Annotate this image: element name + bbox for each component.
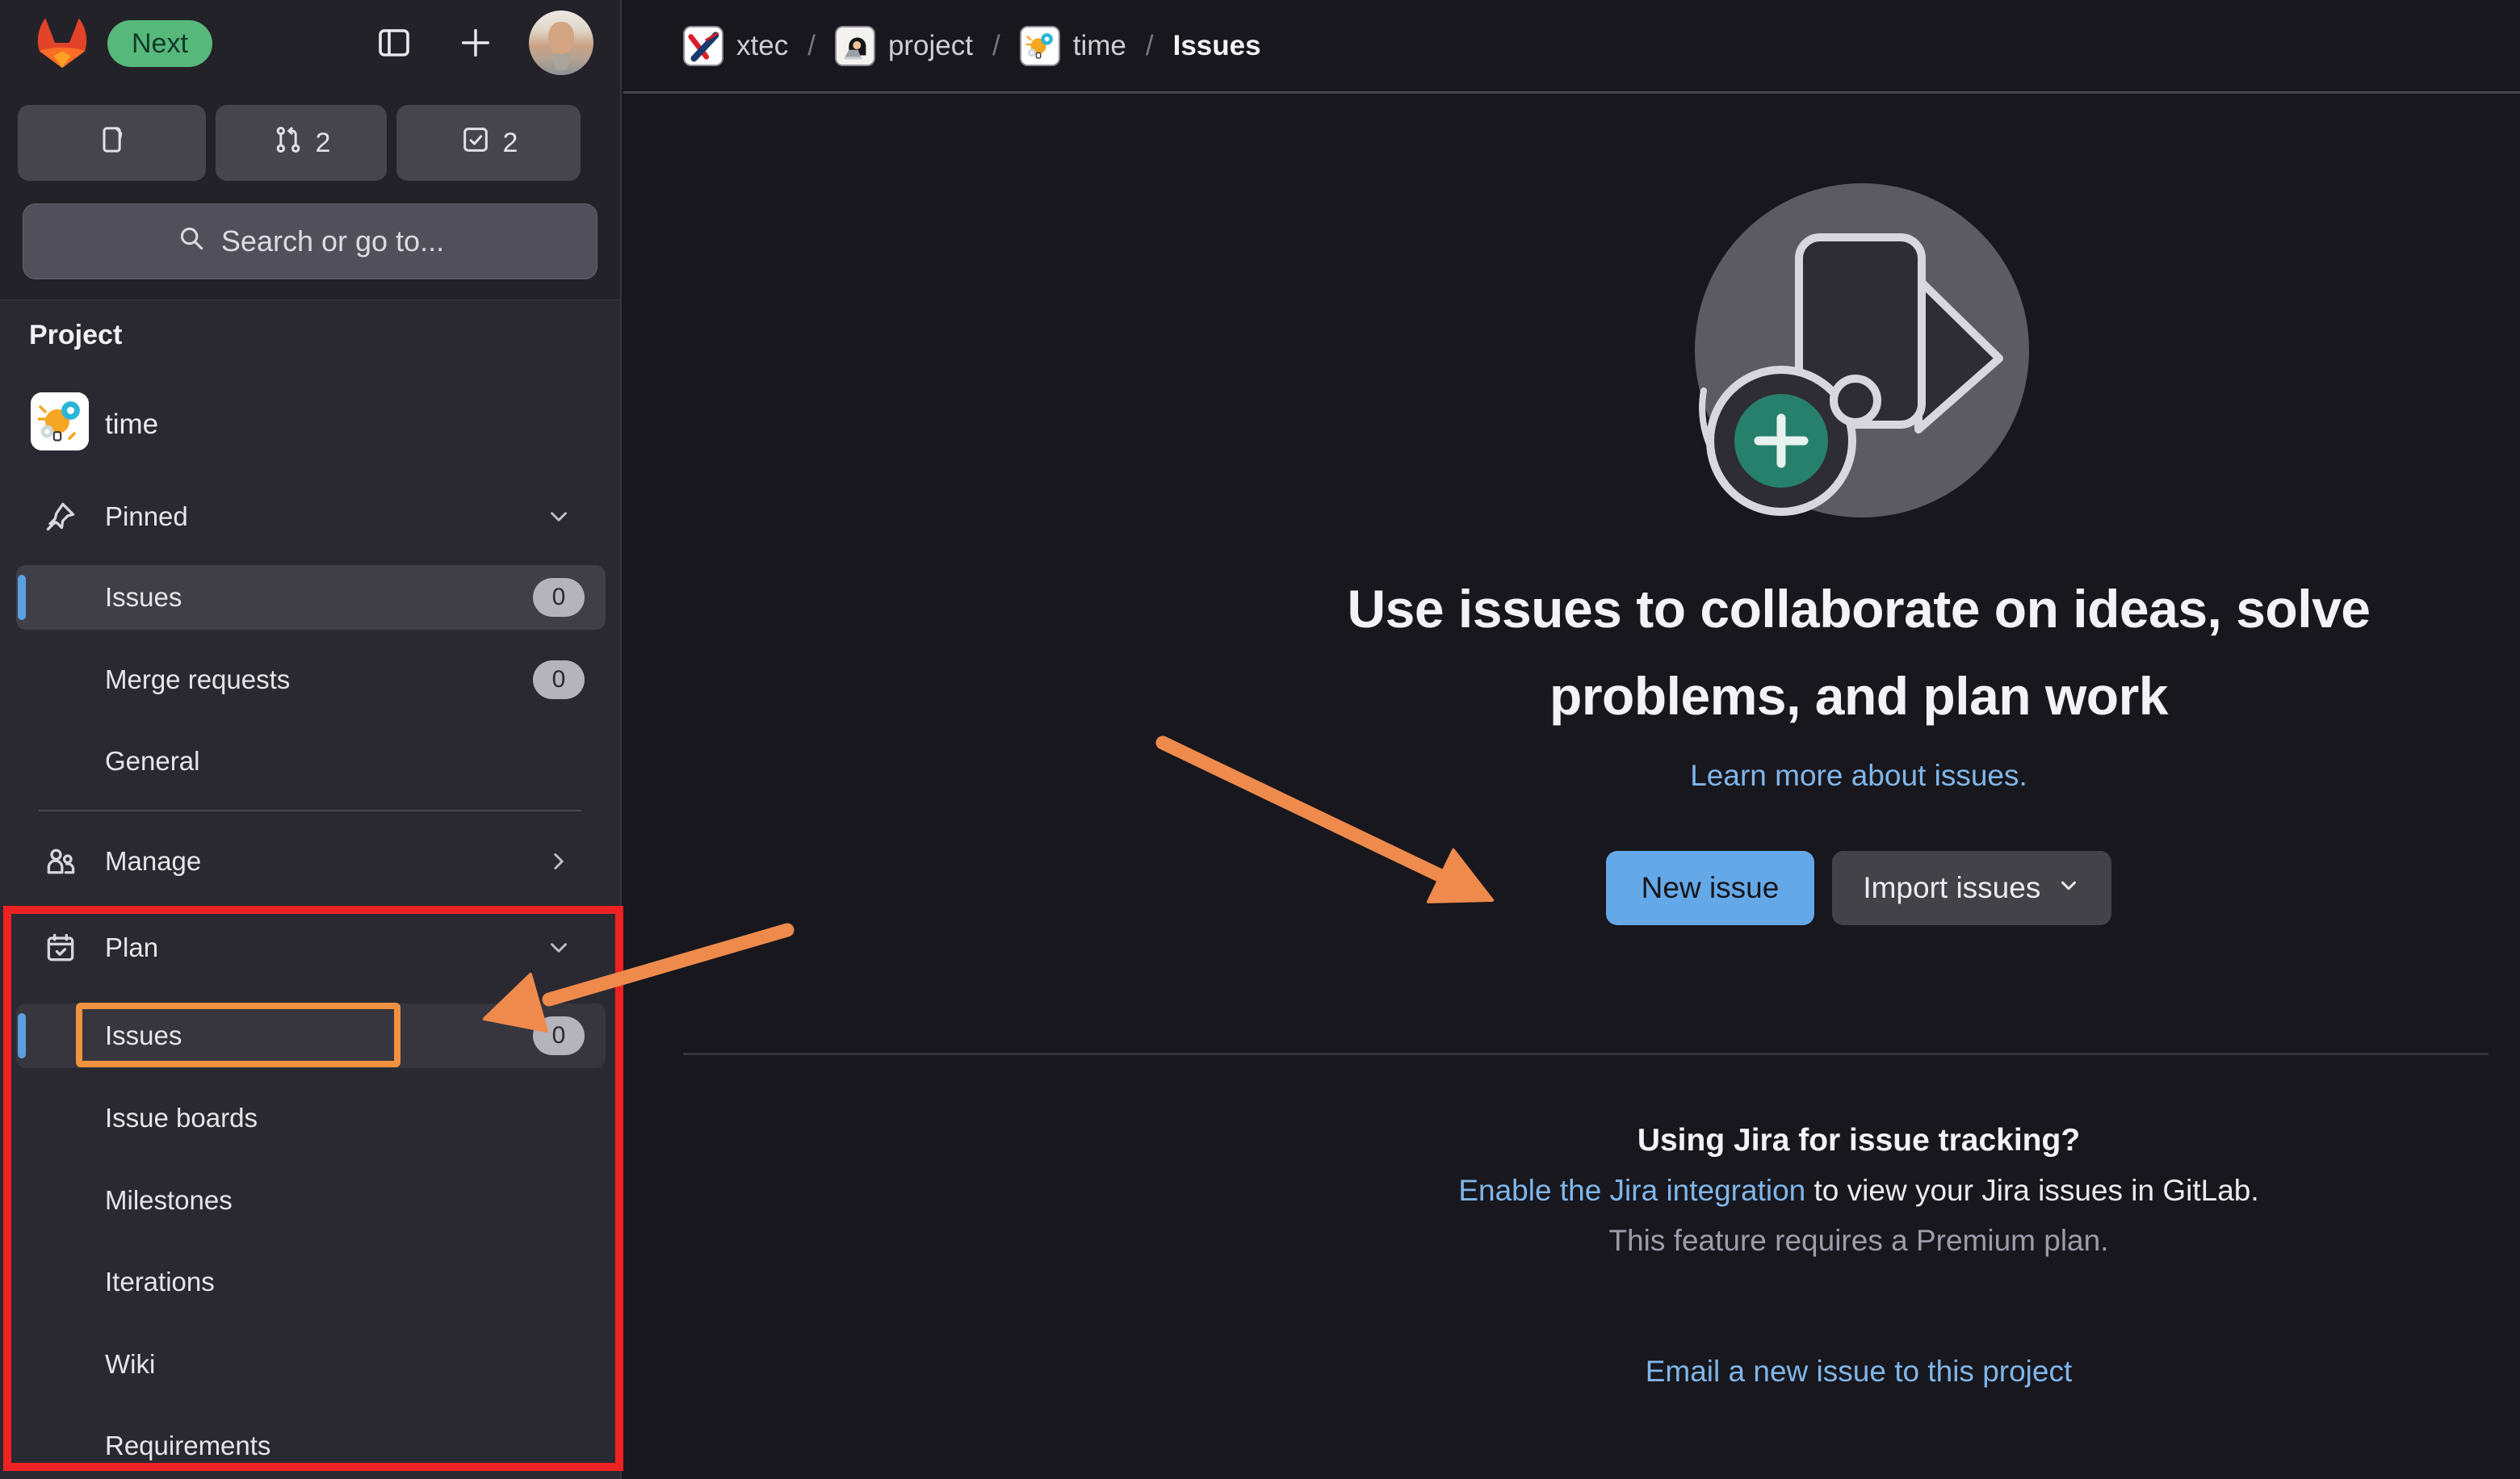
merge-request-icon [272,124,304,163]
breadcrumb-label: project [888,30,973,62]
search-input[interactable]: Search or go to... [23,203,598,279]
todos-count: 2 [503,128,518,159]
email-issue-wrap: Email a new issue to this project [1237,1355,2480,1389]
sidebar-item-pinned-merge-requests[interactable]: Merge requests 0 [16,647,606,712]
breadcrumb: xtec / project / [683,26,1261,66]
plus-icon [457,24,494,64]
new-issue-button[interactable]: New issue [1606,851,1815,925]
chevron-down-icon [544,502,573,531]
gitlab-issues-page: Next [0,0,2520,1479]
next-badge: Next [107,20,212,67]
search-icon [176,223,207,261]
jira-promo-block: Using Jira for issue tracking? Enable th… [1237,1116,2480,1266]
user-avatar[interactable] [529,10,593,75]
breadcrumb-current-page: Issues [1173,30,1261,62]
requirements-label: Requirements [105,1431,270,1461]
sidebar-item-wiki[interactable]: Wiki [16,1332,606,1397]
jira-promo-text: to view your Jira issues in GitLab. [1805,1174,2258,1207]
pinned-mr-label: Merge requests [105,664,290,695]
breadcrumb-label: time [1073,30,1126,62]
sidebar-item-iterations[interactable]: Iterations [16,1250,606,1314]
plan-issues-count: 0 [533,1016,585,1055]
import-issues-button[interactable]: Import issues [1832,851,2111,925]
sidebar-nav: Project time [0,300,620,1479]
todos-button[interactable]: 2 [396,105,581,181]
sidebar-item-milestones[interactable]: Milestones [16,1168,606,1233]
jira-premium-note: This feature requires a Premium plan. [1237,1216,2480,1266]
pinned-mr-count: 0 [533,660,585,699]
assigned-issues-button[interactable] [18,105,206,181]
project-avatar-time [31,392,89,450]
create-new-button[interactable] [455,23,497,65]
learn-more-wrap: Learn more about issues. [1237,759,2480,793]
project-avatar-time [1020,26,1060,66]
jira-promo-title: Using Jira for issue tracking? [1237,1116,2480,1166]
merge-requests-count: 2 [316,128,331,159]
breadcrumb-group-project[interactable]: project [835,26,973,66]
chevron-down-icon [2057,871,2081,905]
top-bar: xtec / project / [623,0,2520,94]
panel-toggle-icon [375,23,413,65]
empty-state-title: Use issues to collaborate on ideas, solv… [1237,565,2480,740]
jira-integration-link[interactable]: Enable the Jira integration [1458,1174,1805,1207]
iterations-label: Iterations [105,1267,215,1297]
chevron-down-icon [544,933,573,962]
chevron-right-icon [544,847,573,876]
issues-icon [96,124,128,163]
pinned-issues-count: 0 [533,578,585,617]
sidebar-item-plan-issues[interactable]: Issues 0 [16,1003,606,1068]
learn-more-link[interactable]: Learn more about issues. [1690,759,2027,792]
current-project-item[interactable]: time [16,389,606,460]
users-icon [42,843,79,880]
super-sidebar: Next [0,0,622,1479]
issue-boards-label: Issue boards [105,1103,258,1133]
sidebar-toggle-button[interactable] [373,23,415,65]
group-avatar-project [835,26,875,66]
sidebar-item-issue-boards[interactable]: Issue boards [16,1086,606,1150]
manage-label: Manage [105,846,201,877]
search-placeholder: Search or go to... [221,224,444,258]
pin-icon [42,498,79,535]
sidebar-item-pinned-general[interactable]: General [16,729,606,794]
pinned-issues-label: Issues [105,582,182,613]
import-issues-label: Import issues [1863,871,2040,905]
plan-label: Plan [105,932,158,963]
breadcrumb-project-time[interactable]: time [1020,26,1126,66]
task-done-icon [459,124,492,163]
breadcrumb-label: xtec [736,30,788,62]
sidebar-shortcuts: 2 2 [18,105,604,181]
issues-empty-state-illustration [1692,181,2032,520]
project-name: time [105,409,158,441]
breadcrumb-separator: / [807,30,816,62]
sidebar-item-requirements[interactable]: Requirements [16,1414,606,1478]
group-avatar-xtec [683,26,723,66]
next-badge-label: Next [132,28,188,60]
pinned-label: Pinned [105,501,188,532]
email-new-issue-link[interactable]: Email a new issue to this project [1646,1355,2073,1388]
project-section-label: Project [29,320,122,351]
pinned-general-label: General [105,746,199,777]
sidebar-header: Next [0,0,620,300]
main-area: xtec / project / [623,0,2520,1479]
sidebar-section-plan[interactable]: Plan [16,915,606,980]
breadcrumb-separator: / [992,30,1000,62]
active-indicator [18,575,26,620]
gitlab-logo-icon[interactable] [32,13,92,73]
milestones-label: Milestones [105,1185,233,1216]
merge-requests-button[interactable]: 2 [216,105,387,181]
empty-state-actions: New issue Import issues [1237,851,2480,925]
content-divider [683,1053,2489,1055]
wiki-label: Wiki [105,1349,155,1380]
jira-promo-line: Enable the Jira integration to view your… [1237,1166,2480,1216]
sidebar-divider [39,810,581,811]
sidebar-item-pinned-issues[interactable]: Issues 0 [16,565,606,630]
calendar-check-icon [42,929,79,966]
sidebar-section-manage[interactable]: Manage [16,829,606,894]
plan-issues-label: Issues [105,1020,182,1051]
breadcrumb-group-xtec[interactable]: xtec [683,26,788,66]
active-indicator [18,1013,26,1058]
breadcrumb-separator: / [1146,30,1154,62]
sidebar-section-pinned[interactable]: Pinned [16,484,606,549]
